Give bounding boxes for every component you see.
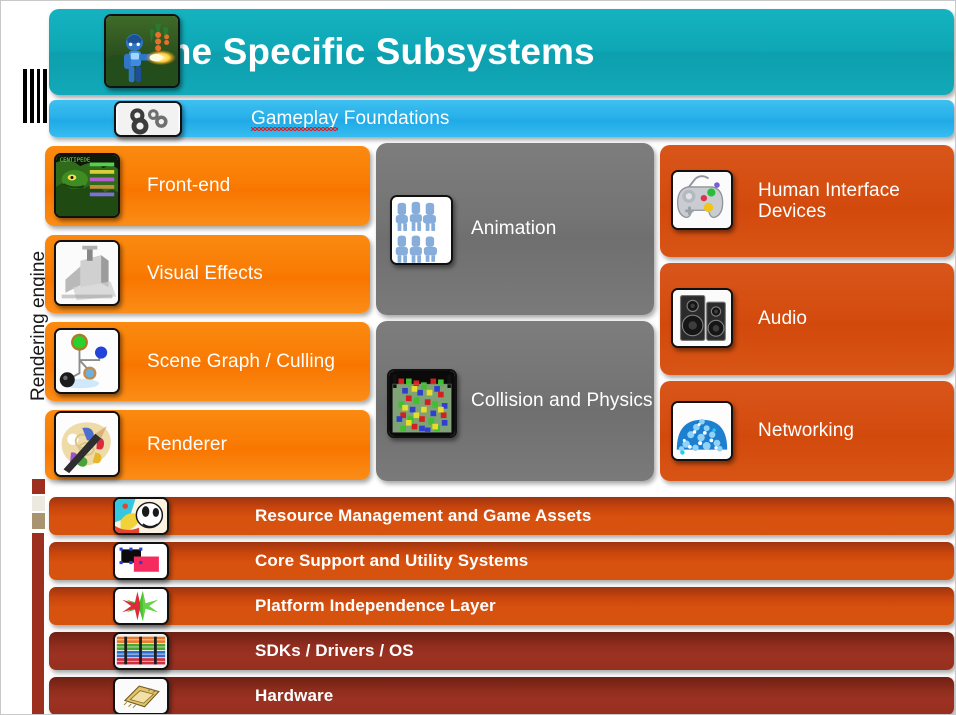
- physics-balls-icon: [387, 369, 457, 438]
- block-label: Scene Graph / Culling: [147, 350, 335, 372]
- layer-label: SDKs / Drivers / OS: [255, 641, 414, 661]
- layer-label: Resource Management and Game Assets: [255, 506, 592, 526]
- panel-label: Animation: [471, 218, 557, 240]
- centipede-game-icon: CENTIPEDE: [54, 153, 120, 218]
- block-label: Networking: [758, 420, 855, 442]
- gamepad-icon: [671, 170, 733, 230]
- shapes-icon: [113, 542, 169, 580]
- gears-icon: [114, 101, 182, 137]
- left-rail-swatch-1: [32, 479, 45, 494]
- spotlight-icon: [54, 240, 120, 306]
- layer-hardware: Hardware: [49, 677, 954, 714]
- slide-canvas: Rendering engine Game Specific Subsystem…: [0, 0, 956, 715]
- gameplay-foundations-label: Gameplay Foundations: [251, 107, 450, 132]
- gameplay-foundations-bar: Gameplay Foundations: [49, 100, 954, 137]
- layer-resource-management: Resource Management and Game Assets: [49, 497, 954, 535]
- arrows-icon: [113, 587, 169, 625]
- block-label: Front-end: [147, 175, 231, 197]
- page-title: Game Specific Subsystems: [109, 31, 595, 73]
- layer-core-support: Core Support and Utility Systems: [49, 542, 954, 580]
- layer-label: Core Support and Utility Systems: [255, 551, 529, 571]
- svg-text:CENTIPEDE: CENTIPEDE: [60, 158, 91, 164]
- game-screenshot-icon: [104, 14, 180, 88]
- cpu-chip-icon: [113, 677, 169, 714]
- block-label: Audio: [758, 308, 808, 330]
- gameplay-misspelled-word: Gameplay: [251, 107, 339, 132]
- animation-sprites-icon: [390, 195, 453, 265]
- panel-label: Collision and Physics: [471, 390, 653, 412]
- left-rail-black-bars: [23, 69, 47, 123]
- scene-graph-icon: [54, 328, 120, 394]
- block-label: Human Interface Devices: [758, 179, 900, 222]
- speakers-icon: [671, 288, 733, 348]
- gameplay-foundations-label-rest: Foundations: [338, 107, 450, 129]
- network-globe-icon: [671, 401, 733, 461]
- block-label: Visual Effects: [147, 263, 263, 285]
- layer-label: Platform Independence Layer: [255, 596, 496, 616]
- left-rail-swatch-2: [32, 496, 45, 511]
- block-label: Renderer: [147, 434, 228, 456]
- assets-icon: [113, 497, 169, 535]
- layer-platform-independence: Platform Independence Layer: [49, 587, 954, 625]
- left-rail-swatch-3: [32, 513, 45, 529]
- layer-label: Hardware: [255, 686, 334, 706]
- paint-palette-icon: [54, 411, 120, 477]
- title-bar: Game Specific Subsystems: [49, 9, 954, 95]
- left-rail-vertical-rule: [32, 533, 44, 714]
- layers-icon: [113, 632, 169, 670]
- layer-sdks-drivers-os: SDKs / Drivers / OS: [49, 632, 954, 670]
